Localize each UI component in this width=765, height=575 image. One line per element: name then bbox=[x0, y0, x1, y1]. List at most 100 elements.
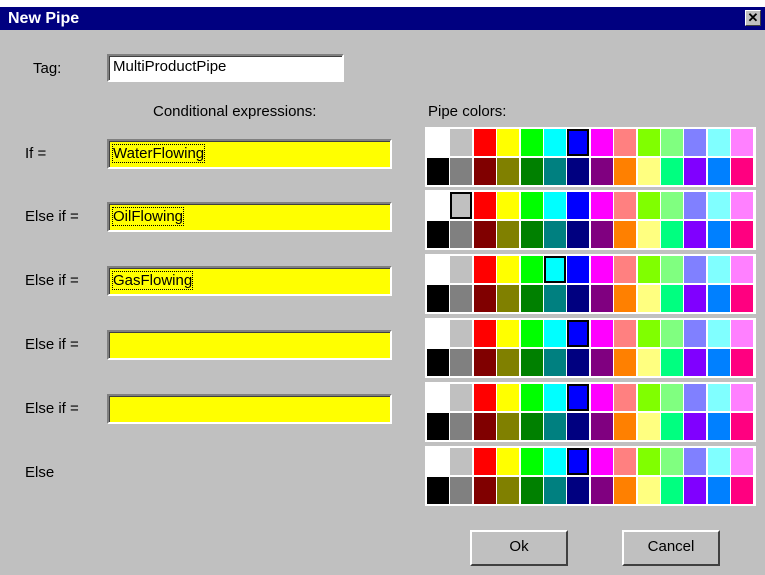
color-swatch[interactable] bbox=[497, 192, 520, 219]
color-swatch[interactable] bbox=[567, 448, 590, 475]
color-swatch[interactable] bbox=[614, 384, 637, 411]
color-swatch[interactable] bbox=[707, 448, 730, 475]
color-swatch[interactable] bbox=[520, 477, 543, 504]
color-swatch[interactable] bbox=[473, 349, 496, 376]
color-swatch[interactable] bbox=[707, 285, 730, 312]
color-swatch[interactable] bbox=[661, 384, 683, 411]
color-swatch[interactable] bbox=[567, 477, 590, 504]
color-swatch[interactable] bbox=[684, 477, 707, 504]
color-swatch[interactable] bbox=[661, 256, 683, 283]
color-swatch[interactable] bbox=[497, 221, 520, 248]
color-swatch[interactable] bbox=[544, 256, 566, 283]
color-swatch[interactable] bbox=[637, 256, 660, 283]
color-swatch[interactable] bbox=[567, 256, 590, 283]
color-swatch[interactable] bbox=[684, 221, 707, 248]
color-swatch[interactable] bbox=[684, 320, 707, 347]
color-swatch[interactable] bbox=[684, 158, 707, 185]
color-swatch[interactable] bbox=[450, 477, 473, 504]
color-swatch[interactable] bbox=[497, 448, 520, 475]
color-swatch[interactable] bbox=[520, 349, 543, 376]
color-swatch[interactable] bbox=[684, 192, 707, 219]
color-swatch[interactable] bbox=[707, 256, 730, 283]
color-swatch[interactable] bbox=[637, 192, 660, 219]
color-swatch[interactable] bbox=[731, 192, 754, 219]
color-swatch[interactable] bbox=[544, 129, 566, 156]
color-swatch[interactable] bbox=[520, 413, 543, 440]
color-swatch[interactable] bbox=[520, 192, 543, 219]
color-swatch[interactable] bbox=[590, 448, 613, 475]
color-swatch[interactable] bbox=[427, 221, 449, 248]
color-swatch[interactable] bbox=[614, 129, 637, 156]
color-swatch[interactable] bbox=[567, 221, 590, 248]
color-swatch[interactable] bbox=[497, 349, 520, 376]
color-swatch[interactable] bbox=[707, 384, 730, 411]
color-swatch[interactable] bbox=[707, 158, 730, 185]
color-swatch[interactable] bbox=[637, 413, 660, 440]
color-swatch[interactable] bbox=[473, 448, 496, 475]
color-swatch[interactable] bbox=[590, 158, 613, 185]
color-swatch[interactable] bbox=[731, 320, 754, 347]
color-swatch[interactable] bbox=[637, 158, 660, 185]
expression-input[interactable] bbox=[107, 330, 392, 360]
color-swatch[interactable] bbox=[520, 129, 543, 156]
color-swatch[interactable] bbox=[473, 221, 496, 248]
color-swatch[interactable] bbox=[614, 285, 637, 312]
color-swatch[interactable] bbox=[520, 285, 543, 312]
color-swatch[interactable] bbox=[520, 158, 543, 185]
color-swatch[interactable] bbox=[473, 158, 496, 185]
color-swatch[interactable] bbox=[497, 320, 520, 347]
color-swatch[interactable] bbox=[707, 192, 730, 219]
color-swatch[interactable] bbox=[614, 320, 637, 347]
color-swatch[interactable] bbox=[661, 285, 683, 312]
color-swatch[interactable] bbox=[731, 129, 754, 156]
color-swatch[interactable] bbox=[590, 221, 613, 248]
color-swatch[interactable] bbox=[637, 129, 660, 156]
color-swatch[interactable] bbox=[497, 285, 520, 312]
color-swatch[interactable] bbox=[427, 349, 449, 376]
color-swatch[interactable] bbox=[427, 192, 449, 219]
color-swatch[interactable] bbox=[497, 477, 520, 504]
color-swatch[interactable] bbox=[661, 192, 683, 219]
color-swatch[interactable] bbox=[544, 349, 566, 376]
color-swatch[interactable] bbox=[731, 285, 754, 312]
color-swatch[interactable] bbox=[520, 256, 543, 283]
color-swatch[interactable] bbox=[731, 221, 754, 248]
color-swatch[interactable] bbox=[544, 384, 566, 411]
color-swatch[interactable] bbox=[614, 448, 637, 475]
color-swatch[interactable] bbox=[473, 413, 496, 440]
color-swatch[interactable] bbox=[427, 285, 449, 312]
color-swatch[interactable] bbox=[427, 477, 449, 504]
color-swatch[interactable] bbox=[637, 448, 660, 475]
color-swatch[interactable] bbox=[590, 129, 613, 156]
color-swatch[interactable] bbox=[497, 129, 520, 156]
color-swatch[interactable] bbox=[450, 448, 473, 475]
color-swatch[interactable] bbox=[520, 221, 543, 248]
color-swatch[interactable] bbox=[544, 448, 566, 475]
color-swatch[interactable] bbox=[661, 221, 683, 248]
color-swatch[interactable] bbox=[661, 129, 683, 156]
color-swatch[interactable] bbox=[473, 285, 496, 312]
color-swatch[interactable] bbox=[473, 320, 496, 347]
expression-input[interactable]: OilFlowing bbox=[107, 202, 392, 232]
color-swatch[interactable] bbox=[567, 129, 590, 156]
color-swatch[interactable] bbox=[427, 413, 449, 440]
color-swatch[interactable] bbox=[637, 477, 660, 504]
expression-input[interactable] bbox=[107, 394, 392, 424]
color-swatch[interactable] bbox=[590, 320, 613, 347]
color-swatch[interactable] bbox=[731, 477, 754, 504]
color-swatch[interactable] bbox=[567, 349, 590, 376]
color-swatch[interactable] bbox=[661, 349, 683, 376]
color-swatch[interactable] bbox=[731, 349, 754, 376]
color-swatch[interactable] bbox=[497, 384, 520, 411]
color-swatch[interactable] bbox=[590, 256, 613, 283]
color-swatch[interactable] bbox=[450, 192, 473, 219]
color-swatch[interactable] bbox=[520, 320, 543, 347]
color-swatch[interactable] bbox=[707, 477, 730, 504]
color-swatch[interactable] bbox=[731, 158, 754, 185]
expression-input[interactable]: GasFlowing bbox=[107, 266, 392, 296]
color-swatch[interactable] bbox=[637, 384, 660, 411]
color-swatch[interactable] bbox=[544, 221, 566, 248]
color-swatch[interactable] bbox=[707, 221, 730, 248]
color-swatch[interactable] bbox=[427, 158, 449, 185]
color-swatch[interactable] bbox=[567, 158, 590, 185]
